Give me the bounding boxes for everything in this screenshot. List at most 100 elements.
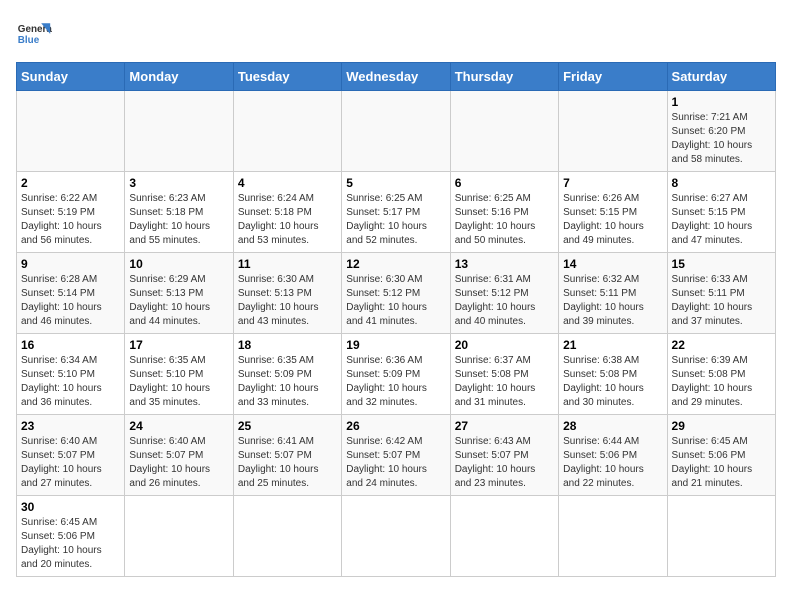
day-info: Sunrise: 6:40 AM Sunset: 5:07 PM Dayligh… xyxy=(21,435,120,491)
calendar-day-cell xyxy=(233,91,341,172)
calendar-day-cell: 1 Sunrise: 7:21 AM Sunset: 6:20 PM Daylig… xyxy=(667,91,775,172)
day-number: 25 xyxy=(238,419,337,433)
day-info: Sunrise: 6:28 AM Sunset: 5:14 PM Dayligh… xyxy=(21,273,120,329)
calendar-day-cell xyxy=(233,496,341,577)
day-of-week-header: Wednesday xyxy=(342,63,450,91)
day-info: Sunrise: 6:31 AM Sunset: 5:12 PM Dayligh… xyxy=(455,273,554,329)
calendar-body: 1 Sunrise: 7:21 AM Sunset: 6:20 PM Daylig… xyxy=(17,91,776,577)
day-info: Sunrise: 6:30 AM Sunset: 5:12 PM Dayligh… xyxy=(346,273,445,329)
calendar-header: SundayMondayTuesdayWednesdayThursdayFrid… xyxy=(17,63,776,91)
calendar-day-cell xyxy=(342,496,450,577)
day-info: Sunrise: 6:22 AM Sunset: 5:19 PM Dayligh… xyxy=(21,192,120,248)
logo: General Blue xyxy=(16,16,52,52)
page-header: General Blue xyxy=(16,16,776,52)
calendar-day-cell: 2Sunrise: 6:22 AM Sunset: 5:19 PM Daylig… xyxy=(17,172,125,253)
day-info: Sunrise: 6:35 AM Sunset: 5:09 PM Dayligh… xyxy=(238,354,337,410)
calendar-day-cell: 3 Sunrise: 6:23 AM Sunset: 5:18 PM Daylig… xyxy=(125,172,233,253)
calendar-day-cell: 25Sunrise: 6:41 AM Sunset: 5:07 PM Dayli… xyxy=(233,415,341,496)
day-info: Sunrise: 6:44 AM Sunset: 5:06 PM Dayligh… xyxy=(563,435,662,491)
day-info: Sunrise: 6:40 AM Sunset: 5:07 PM Dayligh… xyxy=(129,435,228,491)
calendar-day-cell: 9 Sunrise: 6:28 AM Sunset: 5:14 PM Daylig… xyxy=(17,253,125,334)
day-number: 28 xyxy=(563,419,662,433)
day-info: Sunrise: 6:45 AM Sunset: 5:06 PM Dayligh… xyxy=(672,435,771,491)
calendar-day-cell: 16Sunrise: 6:34 AM Sunset: 5:10 PM Dayli… xyxy=(17,334,125,415)
day-info: Sunrise: 6:34 AM Sunset: 5:10 PM Dayligh… xyxy=(21,354,120,410)
day-number: 17 xyxy=(129,338,228,352)
day-info: Sunrise: 6:37 AM Sunset: 5:08 PM Dayligh… xyxy=(455,354,554,410)
calendar-week-row: 16Sunrise: 6:34 AM Sunset: 5:10 PM Dayli… xyxy=(17,334,776,415)
day-info: Sunrise: 6:25 AM Sunset: 5:17 PM Dayligh… xyxy=(346,192,445,248)
calendar-day-cell: 18Sunrise: 6:35 AM Sunset: 5:09 PM Dayli… xyxy=(233,334,341,415)
day-number: 22 xyxy=(672,338,771,352)
day-number: 20 xyxy=(455,338,554,352)
calendar-day-cell xyxy=(450,91,558,172)
day-info: Sunrise: 6:33 AM Sunset: 5:11 PM Dayligh… xyxy=(672,273,771,329)
day-info: Sunrise: 6:35 AM Sunset: 5:10 PM Dayligh… xyxy=(129,354,228,410)
calendar-day-cell: 21Sunrise: 6:38 AM Sunset: 5:08 PM Dayli… xyxy=(559,334,667,415)
day-number: 12 xyxy=(346,257,445,271)
calendar-day-cell: 7 Sunrise: 6:26 AM Sunset: 5:15 PM Daylig… xyxy=(559,172,667,253)
calendar-day-cell: 14Sunrise: 6:32 AM Sunset: 5:11 PM Dayli… xyxy=(559,253,667,334)
calendar-day-cell: 28 Sunrise: 6:44 AM Sunset: 5:06 PM Dayli… xyxy=(559,415,667,496)
day-number: 3 xyxy=(129,176,228,190)
day-number: 29 xyxy=(672,419,771,433)
calendar-day-cell: 22 Sunrise: 6:39 AM Sunset: 5:08 PM Dayli… xyxy=(667,334,775,415)
day-number: 27 xyxy=(455,419,554,433)
day-info: Sunrise: 6:24 AM Sunset: 5:18 PM Dayligh… xyxy=(238,192,337,248)
day-number: 24 xyxy=(129,419,228,433)
day-info: Sunrise: 6:42 AM Sunset: 5:07 PM Dayligh… xyxy=(346,435,445,491)
day-info: Sunrise: 6:39 AM Sunset: 5:08 PM Dayligh… xyxy=(672,354,771,410)
calendar-day-cell xyxy=(125,496,233,577)
day-info: Sunrise: 6:45 AM Sunset: 5:06 PM Dayligh… xyxy=(21,516,120,572)
day-info: Sunrise: 7:21 AM Sunset: 6:20 PM Dayligh… xyxy=(672,111,771,167)
calendar-week-row: 1 Sunrise: 7:21 AM Sunset: 6:20 PM Daylig… xyxy=(17,91,776,172)
calendar-day-cell xyxy=(125,91,233,172)
calendar-day-cell: 24 Sunrise: 6:40 AM Sunset: 5:07 PM Dayli… xyxy=(125,415,233,496)
day-number: 10 xyxy=(129,257,228,271)
day-info: Sunrise: 6:30 AM Sunset: 5:13 PM Dayligh… xyxy=(238,273,337,329)
day-number: 13 xyxy=(455,257,554,271)
calendar-week-row: 2Sunrise: 6:22 AM Sunset: 5:19 PM Daylig… xyxy=(17,172,776,253)
calendar-week-row: 9 Sunrise: 6:28 AM Sunset: 5:14 PM Daylig… xyxy=(17,253,776,334)
day-of-week-header: Saturday xyxy=(667,63,775,91)
calendar-day-cell xyxy=(450,496,558,577)
days-of-week-row: SundayMondayTuesdayWednesdayThursdayFrid… xyxy=(17,63,776,91)
day-number: 9 xyxy=(21,257,120,271)
calendar-day-cell: 27 Sunrise: 6:43 AM Sunset: 5:07 PM Dayli… xyxy=(450,415,558,496)
day-number: 1 xyxy=(672,95,771,109)
calendar-day-cell: 20 Sunrise: 6:37 AM Sunset: 5:08 PM Dayli… xyxy=(450,334,558,415)
calendar-table: SundayMondayTuesdayWednesdayThursdayFrid… xyxy=(16,62,776,577)
calendar-day-cell: 4 Sunrise: 6:24 AM Sunset: 5:18 PM Daylig… xyxy=(233,172,341,253)
day-info: Sunrise: 6:32 AM Sunset: 5:11 PM Dayligh… xyxy=(563,273,662,329)
calendar-day-cell: 6Sunrise: 6:25 AM Sunset: 5:16 PM Daylig… xyxy=(450,172,558,253)
calendar-day-cell xyxy=(17,91,125,172)
day-number: 6 xyxy=(455,176,554,190)
day-info: Sunrise: 6:43 AM Sunset: 5:07 PM Dayligh… xyxy=(455,435,554,491)
day-info: Sunrise: 6:38 AM Sunset: 5:08 PM Dayligh… xyxy=(563,354,662,410)
day-info: Sunrise: 6:23 AM Sunset: 5:18 PM Dayligh… xyxy=(129,192,228,248)
day-info: Sunrise: 6:36 AM Sunset: 5:09 PM Dayligh… xyxy=(346,354,445,410)
day-number: 19 xyxy=(346,338,445,352)
day-number: 15 xyxy=(672,257,771,271)
calendar-day-cell: 23 Sunrise: 6:40 AM Sunset: 5:07 PM Dayli… xyxy=(17,415,125,496)
day-number: 30 xyxy=(21,500,120,514)
calendar-day-cell xyxy=(667,496,775,577)
calendar-day-cell xyxy=(559,496,667,577)
day-number: 5 xyxy=(346,176,445,190)
day-info: Sunrise: 6:27 AM Sunset: 5:15 PM Dayligh… xyxy=(672,192,771,248)
calendar-week-row: 23 Sunrise: 6:40 AM Sunset: 5:07 PM Dayli… xyxy=(17,415,776,496)
calendar-day-cell: 15 Sunrise: 6:33 AM Sunset: 5:11 PM Dayli… xyxy=(667,253,775,334)
calendar-day-cell: 13 Sunrise: 6:31 AM Sunset: 5:12 PM Dayli… xyxy=(450,253,558,334)
calendar-day-cell xyxy=(559,91,667,172)
day-number: 26 xyxy=(346,419,445,433)
svg-text:Blue: Blue xyxy=(18,35,40,46)
day-number: 4 xyxy=(238,176,337,190)
calendar-day-cell: 12 Sunrise: 6:30 AM Sunset: 5:12 PM Dayli… xyxy=(342,253,450,334)
day-number: 7 xyxy=(563,176,662,190)
calendar-day-cell: 10Sunrise: 6:29 AM Sunset: 5:13 PM Dayli… xyxy=(125,253,233,334)
day-info: Sunrise: 6:26 AM Sunset: 5:15 PM Dayligh… xyxy=(563,192,662,248)
day-number: 23 xyxy=(21,419,120,433)
day-of-week-header: Tuesday xyxy=(233,63,341,91)
day-of-week-header: Monday xyxy=(125,63,233,91)
calendar-day-cell: 5 Sunrise: 6:25 AM Sunset: 5:17 PM Daylig… xyxy=(342,172,450,253)
